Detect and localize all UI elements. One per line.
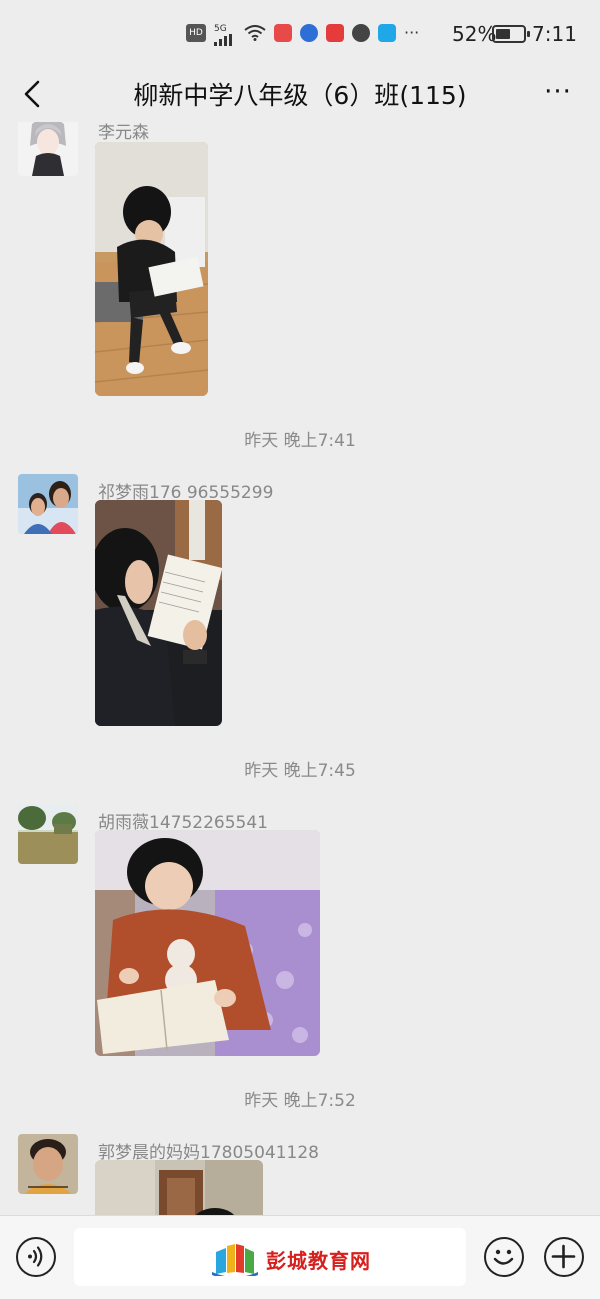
avatar[interactable] (18, 804, 78, 864)
more-notifications-icon: ··· (404, 23, 420, 42)
add-attachment-button[interactable] (544, 1237, 584, 1277)
wifi-icon (244, 25, 266, 41)
hd-icon: HD (186, 24, 206, 42)
more-options-button[interactable]: ··· (538, 76, 578, 112)
avatar[interactable] (18, 474, 78, 534)
photo-message[interactable] (95, 142, 208, 396)
battery-level (496, 29, 510, 39)
app-notification-icon (274, 24, 292, 42)
sender-name: 李元森 (98, 123, 149, 143)
photo-message[interactable] (95, 1160, 263, 1215)
back-button[interactable] (14, 74, 54, 114)
clock: 7:11 (532, 22, 577, 46)
battery-icon (492, 25, 530, 43)
status-icons: HD 5G ··· (186, 23, 424, 46)
watermark-text: 彭城教育网 (266, 1248, 371, 1273)
signal-label: 5G (214, 24, 227, 34)
voice-icon (28, 1246, 43, 1267)
plus-icon (551, 1244, 576, 1269)
photo-message[interactable] (95, 830, 320, 1056)
photo-message[interactable] (95, 500, 222, 726)
emoji-icon (493, 1249, 514, 1265)
signal-icon: 5G (214, 24, 236, 46)
search-app-icon (378, 24, 396, 42)
watermark: 彭城教育网 (212, 1242, 371, 1276)
status-bar: HD 5G ··· 52% 7:11 (0, 0, 600, 70)
message-timestamp: 昨天 晚上7:41 (244, 431, 356, 451)
input-bar: 彭城教育网 (0, 1215, 600, 1299)
emoji-button[interactable] (484, 1237, 524, 1277)
book-app-icon (326, 24, 344, 42)
bulb-app-icon (300, 24, 318, 42)
message-timestamp: 昨天 晚上7:52 (244, 1091, 356, 1111)
chat-list[interactable]: 李元森 昨天 晚上7:41 祁梦雨176 96555299 昨天 晚上7:45 … (0, 122, 600, 1215)
chevron-left-icon (24, 80, 40, 108)
voice-button[interactable] (16, 1237, 56, 1277)
message-timestamp: 昨天 晚上7:45 (244, 761, 356, 781)
page-title: 柳新中学八年级（6）班(115) (133, 81, 467, 110)
message-input[interactable]: 彭城教育网 (74, 1228, 466, 1286)
browser-app-icon (352, 24, 370, 42)
avatar[interactable] (18, 1134, 78, 1194)
more-icon: ··· (544, 77, 572, 107)
chat-header: 柳新中学八年级（6）班(115) ··· (0, 66, 600, 122)
avatar[interactable] (18, 122, 78, 176)
battery-percent: 52% (452, 22, 497, 46)
books-logo-icon (212, 1244, 258, 1276)
